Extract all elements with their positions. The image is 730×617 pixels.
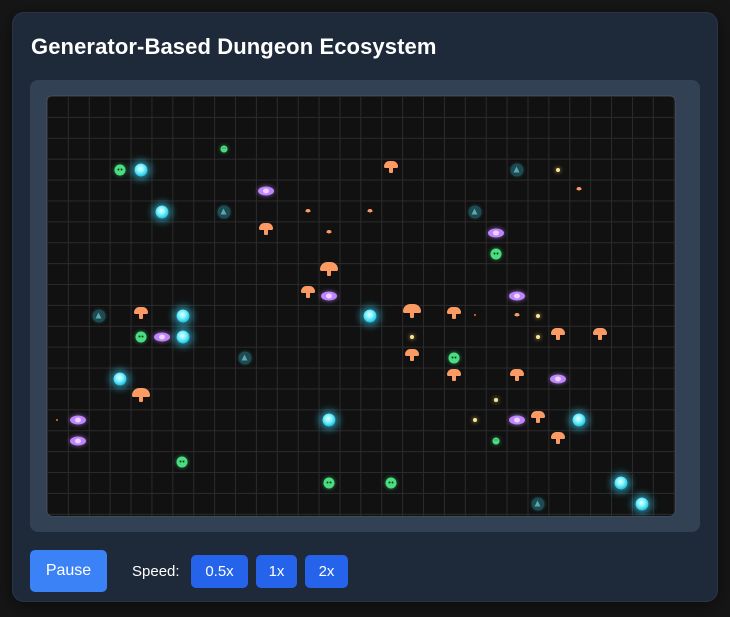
mushroom-icon: [259, 223, 273, 235]
orb-icon: [614, 476, 628, 490]
spirit-icon: [531, 497, 545, 511]
orb-icon: [113, 372, 127, 386]
slime-icon: [385, 477, 397, 489]
bat-icon: [154, 332, 170, 342]
slime-icon: [448, 352, 460, 364]
slime-icon: [492, 437, 500, 445]
mushroom-icon: [134, 307, 148, 319]
spore-icon: [494, 398, 498, 402]
speed-2x-button[interactable]: 2x: [305, 555, 348, 588]
spirit-icon: [217, 205, 231, 219]
bat-icon: [258, 186, 274, 196]
mushroom-icon: [305, 209, 311, 213]
mushroom-icon: [326, 230, 332, 234]
slime-icon: [176, 456, 188, 468]
mushroom-icon: [514, 313, 520, 317]
mushroom-icon: [510, 369, 524, 381]
bat-icon: [509, 415, 525, 425]
ecosystem-panel: Generator-Based Dungeon Ecosystem Pause …: [12, 12, 718, 602]
bat-icon: [321, 291, 337, 301]
mushroom-icon: [531, 411, 545, 423]
mushroom-icon: [551, 328, 565, 340]
slime-icon: [323, 477, 335, 489]
simulation-viewport: [30, 80, 700, 532]
spirit-icon: [510, 163, 524, 177]
pause-button[interactable]: Pause: [30, 550, 107, 592]
spore-icon: [56, 419, 58, 421]
slime-icon: [220, 145, 228, 153]
bat-icon: [509, 291, 525, 301]
mushroom-icon: [320, 262, 338, 276]
bat-icon: [550, 374, 566, 384]
orb-icon: [155, 205, 169, 219]
mushroom-icon: [132, 388, 150, 402]
spore-icon: [474, 314, 476, 316]
mushroom-icon: [403, 304, 421, 318]
page-title: Generator-Based Dungeon Ecosystem: [31, 34, 437, 59]
spore-icon: [410, 335, 414, 339]
mushroom-icon: [447, 307, 461, 319]
bat-icon: [70, 415, 86, 425]
bat-icon: [70, 436, 86, 446]
orb-icon: [176, 330, 190, 344]
spore-icon: [536, 335, 540, 339]
orb-icon: [363, 309, 377, 323]
orb-icon: [134, 163, 148, 177]
spore-icon: [556, 168, 560, 172]
mushroom-icon: [551, 432, 565, 444]
mushroom-icon: [405, 349, 419, 361]
bat-icon: [488, 228, 504, 238]
mushroom-icon: [367, 209, 373, 213]
spirit-icon: [468, 205, 482, 219]
orb-icon: [176, 309, 190, 323]
orb-icon: [572, 413, 586, 427]
spore-icon: [536, 314, 540, 318]
mushroom-icon: [384, 161, 398, 173]
mushroom-icon: [576, 187, 582, 191]
spore-icon: [473, 418, 477, 422]
speed-0.5x-button[interactable]: 0.5x: [191, 555, 248, 588]
spirit-icon: [92, 309, 106, 323]
orb-icon: [322, 413, 336, 427]
mushroom-icon: [301, 286, 315, 298]
dungeon-grid[interactable]: [47, 96, 675, 516]
slime-icon: [490, 248, 502, 260]
slime-icon: [114, 164, 126, 176]
speed-label: Speed:: [132, 563, 180, 580]
orb-icon: [635, 497, 649, 511]
mushroom-icon: [447, 369, 461, 381]
spirit-icon: [238, 351, 252, 365]
mushroom-icon: [593, 328, 607, 340]
speed-1x-button[interactable]: 1x: [256, 555, 297, 588]
slime-icon: [135, 331, 147, 343]
